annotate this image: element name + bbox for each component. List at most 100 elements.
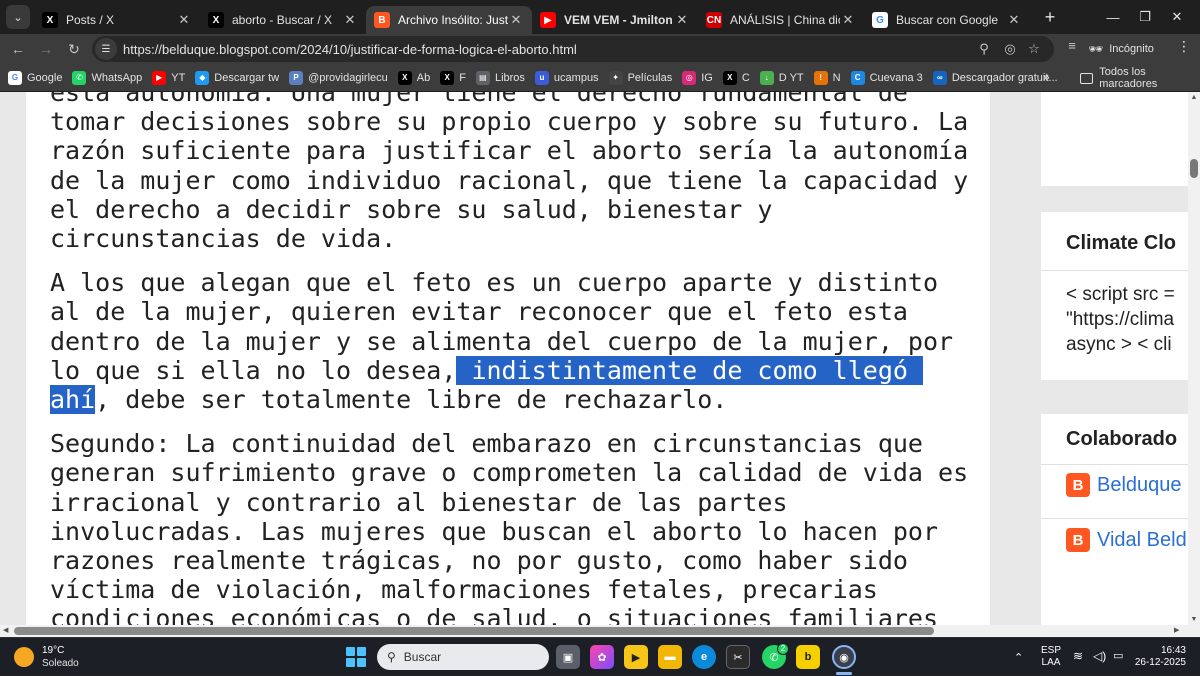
taskbar: 19°C Soleado ⚲ Buscar ▣ ✿ ▶ ▬ e ✂ ✆ 2 b … bbox=[0, 637, 1200, 675]
download-icon: ◆ bbox=[195, 70, 210, 85]
date: 26-12-2025 bbox=[1134, 657, 1186, 668]
forward-button[interactable]: → bbox=[32, 35, 60, 63]
start-button[interactable] bbox=[346, 647, 366, 667]
weather-widget[interactable]: 19°C Soleado bbox=[14, 644, 79, 670]
close-window-button[interactable]: ✕ bbox=[1154, 0, 1200, 34]
search-placeholder: Buscar bbox=[403, 650, 442, 664]
bookmark-label: Películas bbox=[627, 71, 673, 84]
bookmark-item[interactable]: XC bbox=[722, 70, 750, 85]
collaborator-link[interactable]: B Vidal Beld bbox=[1066, 528, 1187, 552]
sidebar-widget bbox=[1041, 92, 1188, 186]
scroll-up-icon[interactable]: ▲ bbox=[1188, 94, 1200, 101]
reload-button[interactable]: ↻ bbox=[60, 35, 88, 63]
incognito-badge[interactable]: 🕶 Incógnito bbox=[1088, 37, 1166, 61]
horizontal-scrollbar[interactable]: ◀ ▶ bbox=[0, 625, 1200, 637]
bookmark-item[interactable]: ✦ Películas bbox=[608, 70, 673, 85]
back-button[interactable]: ← bbox=[4, 35, 32, 63]
bookmark-item[interactable]: X Ab bbox=[397, 70, 430, 85]
browser-tab[interactable]: ▶ VEM VEM - Jmilton | SLOW✕ bbox=[532, 6, 698, 34]
close-tab-icon[interactable]: ✕ bbox=[508, 12, 524, 28]
vertical-scrollbar[interactable]: ▲ ▼ bbox=[1188, 92, 1200, 625]
media-player-icon[interactable]: ▶ bbox=[624, 645, 648, 669]
bookmark-item[interactable]: ↓ D YT bbox=[759, 70, 804, 85]
bookmark-star-icon[interactable]: ☆ bbox=[1025, 40, 1043, 58]
text-line: condiciones económicas o de salud, o sit… bbox=[50, 604, 939, 625]
battery-icon[interactable]: ▭ bbox=[1113, 649, 1123, 662]
bookmark-label: Descargador gratuit... bbox=[951, 71, 1058, 84]
eye-off-icon[interactable]: ◎ bbox=[1001, 40, 1019, 58]
bookmark-item[interactable]: ∞ Descargador gratuit... bbox=[932, 70, 1058, 85]
copilot-icon[interactable]: ✿ bbox=[590, 645, 614, 669]
bookmark-item[interactable]: ✆ WhatsApp bbox=[72, 70, 142, 85]
site-info-button[interactable]: ☰ bbox=[95, 38, 117, 60]
url-text[interactable]: https://belduque.blogspot.com/2024/10/ju… bbox=[123, 42, 577, 57]
divider bbox=[1041, 270, 1188, 271]
tab-title: ANÁLISIS | China dice que bbox=[730, 13, 840, 27]
blogger-icon: B bbox=[1066, 473, 1090, 497]
browser-tab[interactable]: G Buscar con Google ✕ bbox=[864, 6, 1030, 34]
close-tab-icon[interactable]: ✕ bbox=[840, 12, 856, 28]
reading-mode-icon[interactable]: ≡ bbox=[1062, 38, 1082, 53]
clock[interactable]: 16:43 26-12-2025 bbox=[1128, 645, 1186, 669]
text-line: tomar decisiones sobre su propio cuerpo … bbox=[50, 107, 969, 137]
scrollbar-thumb[interactable] bbox=[14, 627, 934, 635]
wifi-icon[interactable]: ≋ bbox=[1073, 649, 1083, 663]
collaborator-name[interactable]: Belduque bbox=[1097, 474, 1182, 497]
chevron-up-icon[interactable]: ⌃ bbox=[1014, 651, 1023, 664]
language-indicator[interactable]: ESP LAA bbox=[1041, 645, 1061, 669]
bookmark-item[interactable]: ◎ IG bbox=[682, 70, 713, 85]
windows-icon bbox=[346, 647, 355, 656]
browser-tab[interactable]: X Posts / X ✕ bbox=[34, 6, 200, 34]
collaborator-link[interactable]: B Belduque bbox=[1066, 473, 1182, 497]
bookmarks-overflow-icon[interactable]: » bbox=[1043, 70, 1050, 84]
scroll-right-icon[interactable]: ▶ bbox=[1174, 625, 1179, 637]
all-bookmarks-button[interactable]: Todos los marcadores bbox=[1080, 64, 1200, 92]
bookmark-label: YT bbox=[171, 71, 186, 84]
close-tab-icon[interactable]: ✕ bbox=[674, 12, 690, 28]
bookmark-item[interactable]: P @providagirlecu bbox=[289, 70, 388, 85]
edge-icon[interactable]: e bbox=[692, 645, 716, 669]
divider bbox=[1041, 518, 1188, 519]
app-icon[interactable]: b bbox=[796, 645, 820, 669]
chrome-icon[interactable]: ◉ bbox=[832, 645, 856, 669]
bookmark-item[interactable]: XF bbox=[440, 70, 466, 85]
new-tab-button[interactable]: + bbox=[1038, 7, 1062, 28]
bookmark-item[interactable]: ▤ Libros bbox=[475, 70, 525, 85]
scroll-left-icon[interactable]: ◀ bbox=[3, 625, 8, 637]
paragraph: esta autonomía. Una mujer tiene el derec… bbox=[50, 92, 970, 253]
close-tab-icon[interactable]: ✕ bbox=[1006, 12, 1022, 28]
task-view-icon[interactable]: ▣ bbox=[556, 645, 580, 669]
scroll-down-icon[interactable]: ▼ bbox=[1188, 616, 1200, 623]
bookmark-item[interactable]: G Google bbox=[8, 70, 62, 85]
capcut-icon[interactable]: ✂ bbox=[726, 645, 750, 669]
close-tab-icon[interactable]: ✕ bbox=[342, 12, 358, 28]
bookmark-item[interactable]: u ucampus bbox=[534, 70, 599, 85]
bookmark-item[interactable]: ! N bbox=[813, 70, 841, 85]
browser-tab[interactable]: B Archivo Insólito: Justificar d✕ bbox=[366, 6, 532, 34]
collaborator-name[interactable]: Vidal Beld bbox=[1097, 529, 1187, 552]
bookmark-item[interactable]: ▶ YT bbox=[152, 70, 186, 85]
close-icon: ✕ bbox=[1171, 9, 1183, 24]
language-code: ESP bbox=[1041, 645, 1062, 656]
tab-title: Posts / X bbox=[66, 13, 115, 27]
tab-search-button[interactable]: ⌄ bbox=[6, 5, 30, 29]
bookmark-item[interactable]: C Cuevana 3 bbox=[850, 70, 923, 85]
file-explorer-icon[interactable]: ▬ bbox=[658, 645, 682, 669]
volume-icon[interactable]: ◁) bbox=[1093, 649, 1106, 663]
address-bar[interactable]: ☰ https://belduque.blogspot.com/2024/10/… bbox=[92, 36, 1054, 62]
menu-kebab-icon[interactable]: ⋮ bbox=[1174, 38, 1194, 55]
blogger-icon: B bbox=[1066, 528, 1090, 552]
browser-tab[interactable]: Xaborto - Buscar / X ✕ bbox=[200, 6, 366, 34]
close-tab-icon[interactable]: ✕ bbox=[176, 12, 192, 28]
taskbar-search[interactable]: ⚲ Buscar bbox=[377, 644, 549, 670]
reload-icon: ↻ bbox=[68, 40, 80, 57]
browser-tab[interactable]: CN ANÁLISIS | China dice que✕ bbox=[698, 6, 864, 34]
pin-icon: ! bbox=[813, 70, 828, 85]
zoom-icon[interactable]: ⚲ bbox=[975, 40, 993, 58]
selected-text[interactable]: ahí bbox=[50, 385, 96, 415]
whatsapp-icon: ✆ bbox=[72, 70, 87, 85]
text-line: Segundo: La continuidad del embarazo en … bbox=[50, 429, 923, 459]
bookmark-item[interactable]: ◆ Descargar tw bbox=[195, 70, 279, 85]
scrollbar-thumb[interactable] bbox=[1190, 159, 1198, 178]
selected-text[interactable]: indistintamente de como llegó bbox=[456, 355, 923, 385]
